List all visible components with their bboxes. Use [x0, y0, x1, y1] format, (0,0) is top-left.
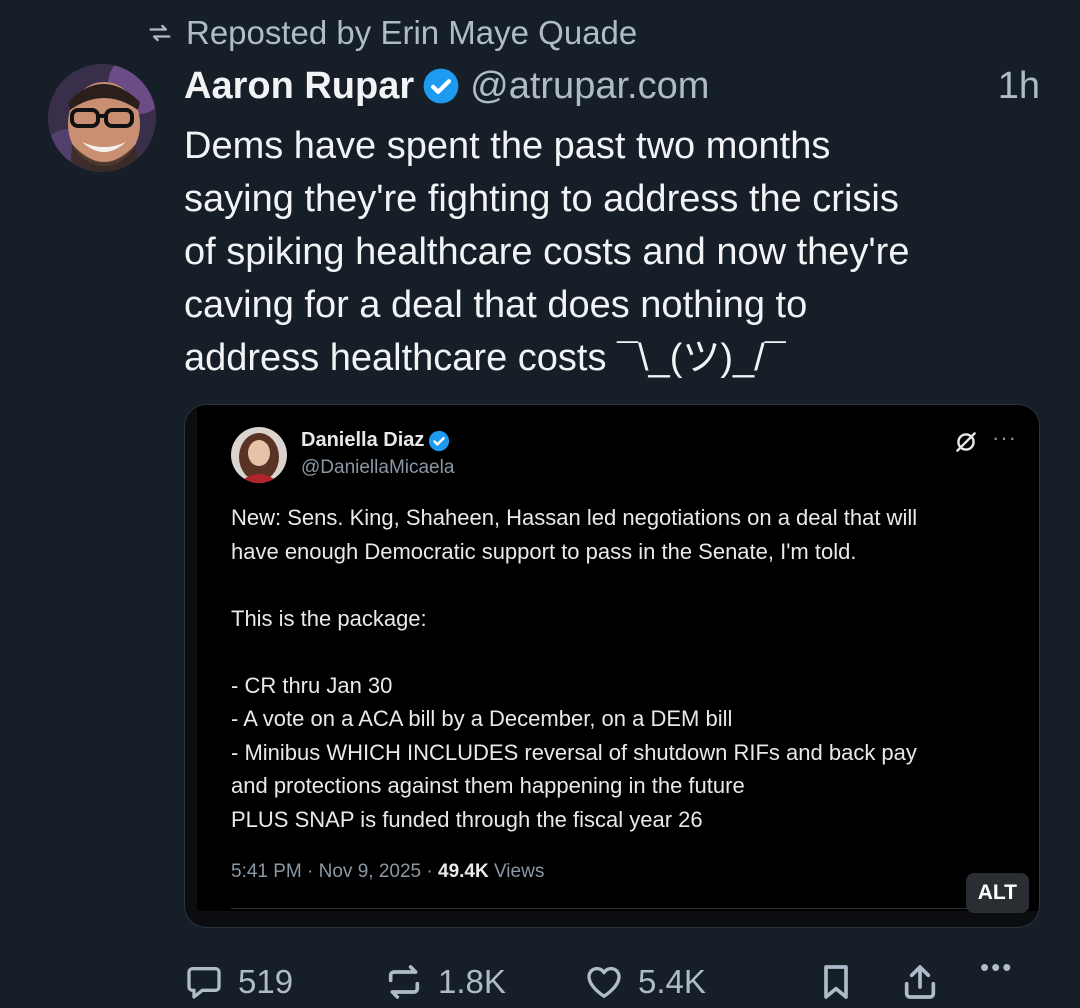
quoted-meta: 5:41 PM · Nov 9, 2025 · 49.4K Views — [231, 861, 544, 883]
reply-button[interactable]: 519 — [184, 962, 293, 1002]
like-count: 5.4K — [638, 963, 706, 1000]
quoted-author-name: Daniella Diaz — [301, 429, 425, 451]
quoted-text: New: Sens. King, Shaheen, Hassan led neg… — [231, 505, 918, 832]
repost-button[interactable]: 1.8K — [384, 962, 506, 1002]
like-icon — [587, 966, 621, 998]
share-icon — [904, 965, 936, 999]
author-name[interactable]: Aaron Rupar — [184, 65, 414, 108]
grok-icon — [956, 432, 976, 452]
verified-badge-icon — [423, 68, 459, 104]
quoted-views-count: 49.4K — [438, 861, 489, 882]
more-icon: ··· — [992, 425, 1017, 450]
post-header: Aaron Rupar @atrupar.com 1h — [184, 62, 1040, 110]
more-options-button[interactable]: ••• — [980, 952, 1013, 983]
repost-count: 1.8K — [438, 963, 506, 1000]
quoted-avatar — [231, 427, 287, 483]
repost-icon — [146, 24, 174, 42]
more-icon: ••• — [980, 952, 1014, 982]
repost-icon — [388, 965, 420, 999]
post-text: Dems have spent the past two months sayi… — [184, 125, 910, 379]
repost-indicator[interactable]: Reposted by Erin Maye Quade — [146, 14, 637, 52]
share-button[interactable] — [900, 962, 940, 1002]
repost-label: Reposted by Erin Maye Quade — [186, 14, 638, 51]
post-time[interactable]: 1h — [998, 65, 1040, 108]
bookmark-icon — [824, 965, 848, 999]
bookmark-button[interactable] — [816, 962, 856, 1002]
divider — [231, 908, 1029, 909]
alt-text-button[interactable]: ALT — [965, 873, 1029, 913]
embedded-image[interactable]: Daniella Diaz @DaniellaMicaela ··· New: … — [184, 404, 1040, 928]
quoted-author: Daniella Diaz — [301, 429, 450, 452]
quoted-handle: @DaniellaMicaela — [301, 457, 455, 478]
reply-count: 519 — [238, 963, 294, 1000]
action-bar: 519 1.8K 5.4K ••• — [184, 952, 1056, 1008]
quoted-tweet-screenshot: Daniella Diaz @DaniellaMicaela ··· New: … — [197, 405, 1039, 911]
verified-badge-icon — [429, 430, 450, 451]
like-button[interactable]: 5.4K — [584, 962, 706, 1002]
quoted-timestamp: 5:41 PM · Nov 9, 2025 · — [231, 861, 438, 882]
reply-icon — [187, 967, 221, 999]
quoted-views-label: Views — [488, 861, 545, 882]
author-avatar[interactable] — [48, 64, 156, 172]
author-handle[interactable]: @atrupar.com — [470, 65, 709, 108]
